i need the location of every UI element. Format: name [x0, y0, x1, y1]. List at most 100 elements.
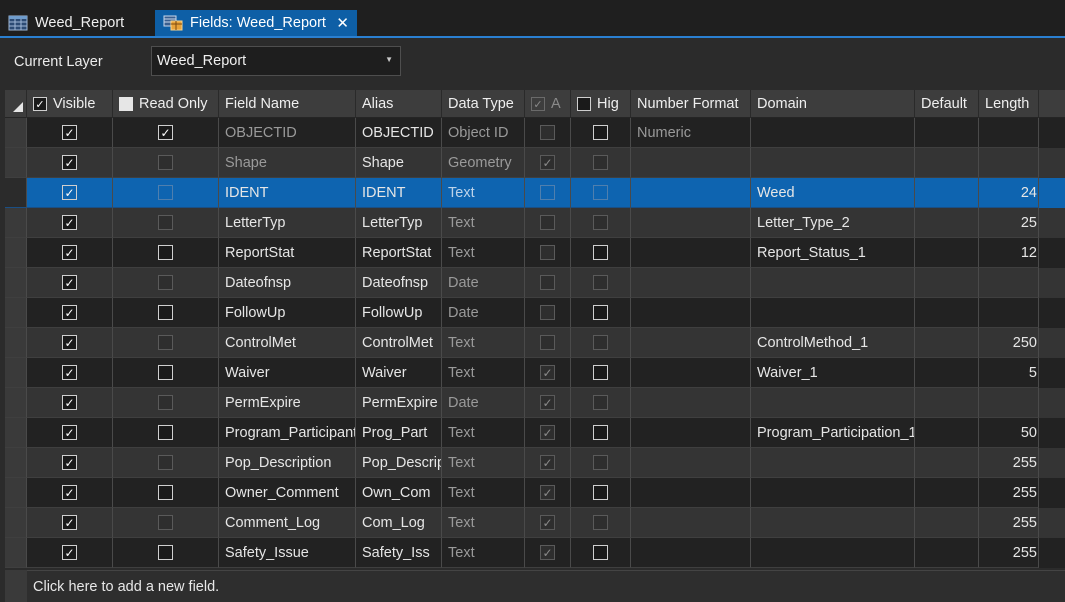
- visible-cell[interactable]: ✓: [27, 238, 113, 268]
- visible-checkbox[interactable]: ✓: [62, 305, 77, 320]
- visible-checkbox[interactable]: ✓: [62, 185, 77, 200]
- default-cell[interactable]: [915, 208, 979, 238]
- alias-cell[interactable]: Pop_Descrip: [356, 448, 442, 478]
- numfmt-cell[interactable]: [631, 508, 751, 538]
- highlight-cell[interactable]: [571, 178, 631, 208]
- visible-cell[interactable]: ✓: [27, 418, 113, 448]
- table-row[interactable]: ✓ControlMetControlMetTextControlMethod_1…: [5, 328, 1065, 358]
- visible-cell[interactable]: ✓: [27, 448, 113, 478]
- numfmt-cell[interactable]: [631, 178, 751, 208]
- numfmt-cell[interactable]: [631, 478, 751, 508]
- field-cell[interactable]: Shape: [219, 148, 356, 178]
- field-cell[interactable]: ReportStat: [219, 238, 356, 268]
- table-row[interactable]: ✓IDENTIDENTTextWeed24: [5, 178, 1065, 208]
- domain-cell[interactable]: [751, 148, 915, 178]
- column-header-domain[interactable]: Domain: [751, 90, 915, 118]
- allownull-cell[interactable]: [525, 298, 571, 328]
- allownull-cell[interactable]: ✓: [525, 358, 571, 388]
- default-cell[interactable]: [915, 418, 979, 448]
- type-cell[interactable]: Text: [442, 448, 525, 478]
- length-cell[interactable]: 5: [979, 358, 1039, 388]
- readonly-checkbox[interactable]: [158, 545, 173, 560]
- numfmt-cell[interactable]: Numeric: [631, 118, 751, 148]
- visible-checkbox[interactable]: ✓: [62, 335, 77, 350]
- visible-checkbox[interactable]: ✓: [62, 125, 77, 140]
- table-row[interactable]: ✓Pop_DescriptionPop_DescripText✓255: [5, 448, 1065, 478]
- allownull-cell[interactable]: ✓: [525, 388, 571, 418]
- length-cell[interactable]: 255: [979, 508, 1039, 538]
- table-row[interactable]: ✓WaiverWaiverText✓Waiver_15: [5, 358, 1065, 388]
- highlight-cell[interactable]: [571, 298, 631, 328]
- table-row[interactable]: ✓Safety_IssueSafety_IssText✓255: [5, 538, 1065, 568]
- visible-cell[interactable]: ✓: [27, 298, 113, 328]
- highlight-checkbox[interactable]: [593, 425, 608, 440]
- table-row[interactable]: ✓PermExpirePermExpireDate✓: [5, 388, 1065, 418]
- readonly-checkbox[interactable]: [158, 425, 173, 440]
- length-cell[interactable]: 24: [979, 178, 1039, 208]
- type-cell[interactable]: Text: [442, 508, 525, 538]
- readonly-cell[interactable]: [113, 418, 219, 448]
- type-cell[interactable]: Date: [442, 298, 525, 328]
- default-cell[interactable]: [915, 268, 979, 298]
- length-cell[interactable]: 250: [979, 328, 1039, 358]
- alias-cell[interactable]: Shape: [356, 148, 442, 178]
- row-header[interactable]: [5, 118, 27, 148]
- highlight-cell[interactable]: [571, 418, 631, 448]
- readonly-cell[interactable]: [113, 508, 219, 538]
- readonly-checkbox[interactable]: [158, 515, 173, 530]
- numfmt-cell[interactable]: [631, 148, 751, 178]
- length-cell[interactable]: [979, 268, 1039, 298]
- highlight-checkbox[interactable]: [593, 395, 608, 410]
- field-cell[interactable]: Program_Participant: [219, 418, 356, 448]
- field-cell[interactable]: FollowUp: [219, 298, 356, 328]
- alias-cell[interactable]: Com_Log: [356, 508, 442, 538]
- length-cell[interactable]: [979, 298, 1039, 328]
- table-row[interactable]: ✓LetterTypLetterTypTextLetter_Type_225: [5, 208, 1065, 238]
- alias-cell[interactable]: Waiver: [356, 358, 442, 388]
- allownull-checkbox[interactable]: ✓: [540, 425, 555, 440]
- highlight-cell[interactable]: [571, 538, 631, 568]
- default-cell[interactable]: [915, 508, 979, 538]
- column-header-allownull[interactable]: ✓A: [525, 90, 571, 118]
- row-header[interactable]: [5, 178, 27, 208]
- current-layer-dropdown[interactable]: Weed_Report ▼: [151, 46, 401, 76]
- allownull-checkbox[interactable]: ✓: [540, 455, 555, 470]
- allownull-checkbox[interactable]: ✓: [540, 515, 555, 530]
- table-row[interactable]: ✓Program_ParticipantProg_PartText✓Progra…: [5, 418, 1065, 448]
- domain-cell[interactable]: [751, 478, 915, 508]
- highlight-cell[interactable]: [571, 148, 631, 178]
- visible-checkbox[interactable]: ✓: [62, 395, 77, 410]
- readonly-checkbox[interactable]: [158, 245, 173, 260]
- readonly-cell[interactable]: [113, 208, 219, 238]
- highlight-checkbox[interactable]: [593, 155, 608, 170]
- row-header[interactable]: [5, 268, 27, 298]
- domain-cell[interactable]: Letter_Type_2: [751, 208, 915, 238]
- close-icon[interactable]: ✕: [326, 14, 349, 32]
- readonly-cell[interactable]: [113, 298, 219, 328]
- field-cell[interactable]: Waiver: [219, 358, 356, 388]
- header-checkbox-allownull[interactable]: ✓: [531, 97, 545, 111]
- column-header-default[interactable]: Default: [915, 90, 979, 118]
- default-cell[interactable]: [915, 298, 979, 328]
- domain-cell[interactable]: [751, 268, 915, 298]
- header-checkbox-highlight[interactable]: [577, 97, 591, 111]
- allownull-checkbox[interactable]: [540, 215, 555, 230]
- row-header[interactable]: [5, 148, 27, 178]
- numfmt-cell[interactable]: [631, 448, 751, 478]
- field-cell[interactable]: LetterTyp: [219, 208, 356, 238]
- row-header[interactable]: [5, 478, 27, 508]
- highlight-cell[interactable]: [571, 448, 631, 478]
- field-cell[interactable]: PermExpire: [219, 388, 356, 418]
- numfmt-cell[interactable]: [631, 418, 751, 448]
- allownull-cell[interactable]: [525, 268, 571, 298]
- readonly-checkbox[interactable]: [158, 455, 173, 470]
- readonly-cell[interactable]: ✓: [113, 118, 219, 148]
- allownull-checkbox[interactable]: [540, 335, 555, 350]
- row-header[interactable]: [5, 358, 27, 388]
- length-cell[interactable]: 255: [979, 478, 1039, 508]
- type-cell[interactable]: Text: [442, 178, 525, 208]
- readonly-checkbox[interactable]: [158, 185, 173, 200]
- highlight-cell[interactable]: [571, 358, 631, 388]
- allownull-checkbox[interactable]: ✓: [540, 395, 555, 410]
- alias-cell[interactable]: Own_Com: [356, 478, 442, 508]
